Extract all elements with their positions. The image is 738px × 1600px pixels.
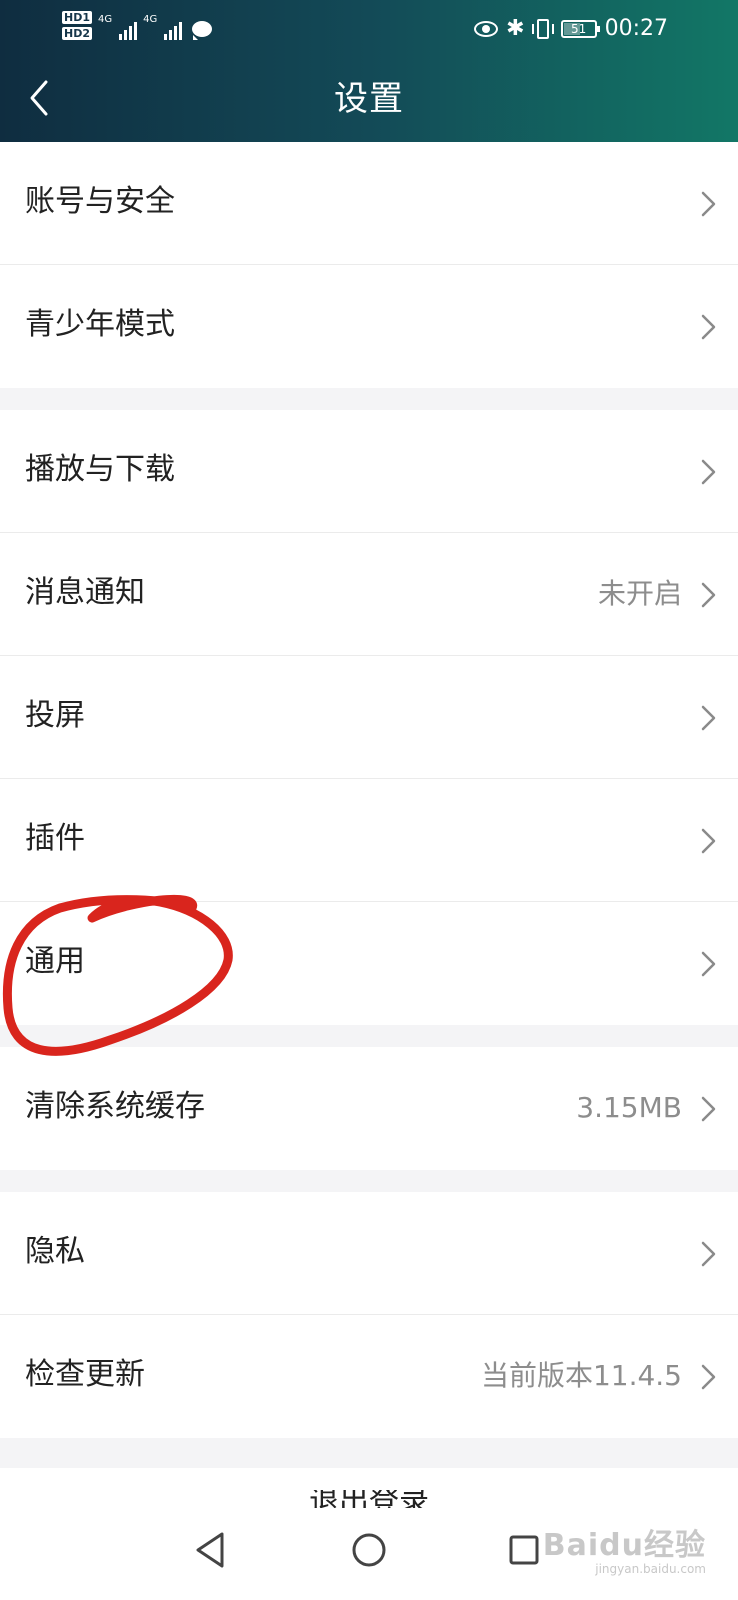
chevron-right-icon — [701, 951, 716, 977]
signal-icon-1 — [119, 18, 138, 40]
chevron-right-icon — [701, 1241, 716, 1267]
chevron-right-icon — [701, 582, 716, 608]
section-divider — [0, 388, 738, 410]
status-right: ✱ 51 00:27 — [474, 14, 668, 44]
hd-badge-1: HD1 — [62, 10, 92, 24]
watermark-site: jingyan.baidu.com — [595, 1562, 706, 1576]
hd-badges: HD1 HD2 — [62, 10, 92, 40]
bluetooth-icon: ✱ — [506, 16, 525, 41]
settings-item-label: 账号与安全 — [25, 184, 175, 219]
notification-status: 未开启 — [597, 577, 682, 610]
settings-item-label: 隐私 — [25, 1234, 85, 1269]
vibrate-icon — [531, 19, 554, 39]
hd-badge-2: HD2 — [62, 26, 92, 40]
settings-item-account-security[interactable]: 账号与安全 — [0, 142, 738, 265]
settings-item-privacy[interactable]: 隐私 — [0, 1192, 738, 1315]
network-label-1: 4G — [98, 14, 113, 25]
settings-item-plugins[interactable]: 插件 — [0, 779, 738, 902]
settings-item-label: 青少年模式 — [25, 307, 175, 342]
settings-list: 账号与安全 青少年模式 播放与下载 消息通知 未开启 投屏 插件 通用 清除系统… — [0, 142, 738, 1438]
settings-item-label: 插件 — [25, 821, 85, 856]
settings-item-teen-mode[interactable]: 青少年模式 — [0, 265, 738, 388]
signal-icon-2 — [164, 18, 183, 40]
settings-item-playback-download[interactable]: 播放与下载 — [0, 410, 738, 533]
cache-size: 3.15MB — [576, 1091, 682, 1124]
chat-bubble-icon — [192, 21, 213, 40]
status-left: HD1 HD2 4G 4G — [62, 10, 213, 40]
watermark-brand: Baidu经验 — [542, 1528, 706, 1563]
settings-item-label: 投屏 — [25, 698, 85, 733]
settings-item-check-update[interactable]: 检查更新 当前版本11.4.5 — [0, 1315, 738, 1438]
settings-item-clear-cache[interactable]: 清除系统缓存 3.15MB — [0, 1047, 738, 1170]
status-bar: HD1 HD2 4G 4G ✱ 51 00:27 — [0, 0, 738, 58]
settings-item-label: 通用 — [25, 944, 85, 979]
chevron-right-icon — [701, 459, 716, 485]
settings-item-notifications[interactable]: 消息通知 未开启 — [0, 533, 738, 656]
chevron-right-icon — [701, 1096, 716, 1122]
chevron-right-icon — [701, 828, 716, 854]
settings-item-general[interactable]: 通用 — [0, 902, 738, 1025]
section-divider — [0, 1170, 738, 1192]
chevron-right-icon — [701, 314, 716, 340]
settings-item-label: 播放与下载 — [25, 452, 175, 487]
network-label-2: 4G — [143, 14, 158, 25]
header-bar: HD1 HD2 4G 4G ✱ 51 00:27 设置 — [0, 0, 738, 142]
eye-comfort-icon — [474, 21, 499, 37]
battery-text: 51 — [570, 22, 587, 36]
settings-item-label: 检查更新 — [25, 1357, 145, 1392]
version-text: 当前版本11.4.5 — [480, 1359, 682, 1392]
clock: 00:27 — [604, 16, 668, 41]
chevron-right-icon — [701, 191, 716, 217]
square-recent-icon[interactable] — [508, 1534, 540, 1566]
settings-item-screen-cast[interactable]: 投屏 — [0, 656, 738, 779]
section-divider — [0, 1025, 738, 1047]
battery-icon: 51 — [560, 20, 600, 38]
chevron-right-icon — [701, 705, 716, 731]
page-title: 设置 — [334, 79, 404, 119]
baidu-watermark: Baidu经验 jingyan.baidu.com — [543, 1520, 706, 1576]
circle-home-icon[interactable] — [351, 1532, 387, 1568]
settings-item-label: 清除系统缓存 — [25, 1089, 205, 1124]
triangle-back-icon[interactable] — [192, 1530, 228, 1570]
settings-item-label: 消息通知 — [25, 575, 145, 610]
chevron-right-icon — [701, 1364, 716, 1390]
